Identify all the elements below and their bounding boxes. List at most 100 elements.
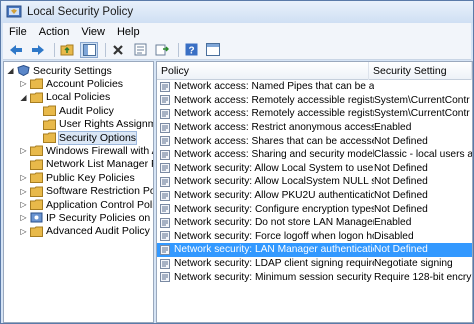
policy-row[interactable]: Network security: Force logoff when logo… — [157, 230, 472, 244]
collapsed-arrow-icon[interactable]: ▷ — [19, 227, 28, 236]
security-setting-value: Disabled — [374, 230, 414, 242]
policy-row[interactable]: Network security: Configure encryption t… — [157, 202, 472, 216]
tree-item-label: Local Policies — [46, 91, 111, 104]
security-policy-app-icon — [6, 5, 22, 18]
tree-item-label: Application Control Policies — [46, 198, 154, 211]
list-header: Policy Security Setting — [157, 62, 472, 80]
collapsed-arrow-icon[interactable]: ▷ — [19, 200, 28, 209]
tree-item[interactable]: ▷ Advanced Audit Policy Config — [19, 225, 153, 238]
policy-list-pane: Policy Security Setting Network access: … — [156, 61, 473, 323]
folder-icon — [30, 172, 43, 184]
svg-text:?: ? — [188, 46, 194, 57]
delete-button[interactable] — [109, 42, 127, 58]
folder-icon — [30, 145, 43, 157]
help-button[interactable]: ? — [182, 42, 200, 58]
policy-name: Network security: Allow Local System to … — [174, 162, 374, 174]
folder-icon — [30, 199, 43, 210]
security-setting-value: Enabled — [374, 217, 412, 229]
policy-setting-icon — [160, 176, 170, 187]
properties-button[interactable] — [131, 42, 149, 58]
tree-item[interactable]: ▷ Software Restriction Policies — [19, 185, 153, 198]
folder-icon — [43, 132, 56, 143]
back-button[interactable] — [7, 42, 25, 58]
policy-setting-icon — [160, 272, 170, 283]
menu-bar: File Action View Help — [3, 23, 471, 40]
policy-name: Network security: LDAP client signing re… — [174, 258, 374, 270]
security-setting-value: System\CurrentContr — [374, 94, 470, 106]
tree-item[interactable]: ◢ Security Settings — [6, 64, 112, 77]
tree-item[interactable]: ◢ Local Policies — [19, 91, 110, 104]
tree-item[interactable]: ▷ Application Control Policies — [19, 198, 154, 211]
collapsed-arrow-icon[interactable]: ▷ — [19, 187, 28, 196]
menu-help[interactable]: Help — [111, 26, 146, 38]
folder-icon — [30, 226, 43, 237]
menu-action[interactable]: Action — [33, 26, 76, 38]
policy-setting-icon — [160, 190, 170, 201]
window-title: Local Security Policy — [27, 6, 134, 18]
policy-row[interactable]: Network security: LDAP client signing re… — [157, 257, 472, 271]
policy-name: Network security: LAN Manager authentica… — [174, 244, 374, 256]
policy-row[interactable]: Network security: Allow PKU2U authentica… — [157, 189, 472, 203]
tree-item[interactable]: ▷ IP Security Policies on Local C — [19, 211, 153, 224]
column-header-policy[interactable]: Policy — [157, 62, 369, 80]
column-header-security-setting[interactable]: Security Setting — [369, 62, 472, 80]
policy-row[interactable]: Network security: Allow LocalSystem NULL… — [157, 175, 472, 189]
show-hide-tree-button[interactable] — [80, 41, 98, 58]
collapsed-arrow-icon[interactable]: ▷ — [19, 213, 28, 222]
tree-item[interactable]: User Rights Assignment — [32, 118, 153, 131]
expanded-arrow-icon[interactable]: ◢ — [6, 66, 15, 75]
console-button[interactable] — [204, 42, 222, 58]
policy-row[interactable]: Network access: Remotely accessible regi… — [157, 107, 472, 121]
up-folder-icon — [60, 44, 73, 56]
tree-item-label: Security Settings — [33, 64, 112, 77]
policy-row[interactable]: Network access: Remotely accessible regi… — [157, 94, 472, 108]
tree-item[interactable]: Security Options — [32, 130, 138, 145]
menu-file[interactable]: File — [3, 26, 33, 38]
tree-item[interactable]: ▷ Public Key Policies — [19, 171, 135, 184]
policy-row[interactable]: Network security: Minimum session securi… — [157, 270, 472, 284]
policy-row[interactable]: Network access: Shares that can be acces… — [157, 134, 472, 148]
policy-setting-icon — [160, 258, 170, 269]
policy-name: Network security: Allow LocalSystem NULL… — [174, 176, 374, 188]
policy-setting-icon — [160, 136, 170, 147]
tree-item-label: Public Key Policies — [46, 171, 135, 184]
policy-row[interactable]: Network security: Do not store LAN Manag… — [157, 216, 472, 230]
delete-icon — [113, 44, 123, 55]
policy-name: Network security: Allow PKU2U authentica… — [174, 190, 374, 202]
policy-row[interactable]: Network access: Sharing and security mod… — [157, 148, 472, 162]
policy-name: Network security: Minimum session securi… — [174, 271, 374, 283]
security-setting-value: Not Defined — [374, 244, 428, 256]
collapsed-arrow-icon[interactable]: ▷ — [19, 173, 28, 182]
tree-item-label: Advanced Audit Policy Config — [46, 225, 153, 238]
tree-item[interactable]: Network List Manager Policies — [19, 158, 153, 171]
policy-setting-icon — [160, 81, 170, 92]
tree-item[interactable]: Audit Policy — [32, 104, 114, 117]
up-one-level-button[interactable] — [58, 42, 76, 58]
policy-row[interactable]: Network access: Restrict anonymous acces… — [157, 121, 472, 135]
tree-item[interactable]: ▷ Account Policies — [19, 77, 123, 90]
policy-setting-icon — [160, 217, 170, 228]
forward-icon — [32, 44, 44, 55]
folder-icon — [43, 119, 56, 130]
policy-row[interactable]: Network security: Allow Local System to … — [157, 162, 472, 176]
forward-button[interactable] — [29, 42, 47, 58]
policy-row[interactable]: Network security: LAN Manager authentica… — [157, 243, 472, 257]
menu-view[interactable]: View — [75, 26, 111, 38]
security-setting-value: Enabled — [374, 122, 412, 134]
policy-name: Network security: Configure encryption t… — [174, 203, 374, 215]
tree-item[interactable]: ▷ Windows Firewall with Advar — [19, 144, 153, 157]
folder-icon — [30, 159, 43, 170]
tree-item-label: Software Restriction Policies — [46, 185, 153, 198]
policy-setting-icon — [160, 163, 170, 174]
policy-setting-icon — [160, 244, 170, 255]
collapsed-arrow-icon[interactable]: ▷ — [19, 146, 28, 155]
collapsed-arrow-icon[interactable]: ▷ — [19, 79, 28, 88]
policy-row[interactable]: Network access: Named Pipes that can be … — [157, 80, 472, 94]
export-list-button[interactable] — [153, 42, 171, 58]
expanded-arrow-icon[interactable]: ◢ — [19, 93, 28, 102]
title-bar[interactable]: Local Security Policy — [1, 1, 473, 23]
